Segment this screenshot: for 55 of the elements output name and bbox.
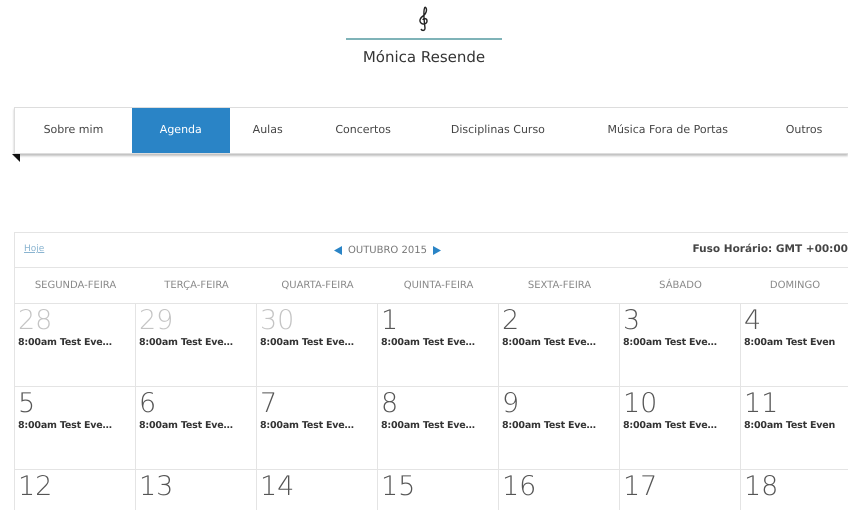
- day-number: 11: [744, 389, 778, 419]
- day-number: 18: [744, 472, 778, 502]
- day-number: 1: [381, 306, 398, 336]
- calendar-event[interactable]: 8:00am Test Eve…: [260, 336, 374, 350]
- site-title: Mónica Resende: [362, 47, 486, 68]
- day-number: 15: [381, 472, 416, 502]
- weekday-header: QUARTA-FEIRA: [257, 268, 378, 304]
- day-number: 29: [139, 306, 174, 336]
- previous-month-icon[interactable]: [334, 246, 342, 254]
- calendar-event[interactable]: 8:00am Test Eve…: [18, 336, 132, 350]
- day-number: 8: [381, 389, 398, 419]
- day-number: 3: [623, 306, 640, 336]
- calendar-event[interactable]: 8:00am Test Eve…: [260, 419, 374, 434]
- nav-tab[interactable]: Disciplinas Curso: [420, 108, 576, 153]
- nav-tab[interactable]: Outros: [760, 108, 848, 153]
- calendar-event[interactable]: 8:00am Test Even: [744, 419, 845, 434]
- weekday-header: DOMINGO: [741, 268, 848, 304]
- day-number: 16: [502, 472, 536, 502]
- day-number: 4: [744, 306, 762, 336]
- weekday-header: QUINTA-FEIRA: [378, 268, 499, 304]
- weekday-header: TERÇA-FEIRA: [136, 268, 257, 304]
- day-number: 14: [260, 472, 294, 502]
- nav-tab[interactable]: Música Fora de Portas: [575, 108, 760, 153]
- day-number: 6: [139, 389, 156, 419]
- day-number: 30: [260, 306, 294, 336]
- calendar-event[interactable]: 8:00am Test Eve…: [381, 419, 495, 434]
- calendar-event[interactable]: 8:00am Test Eve…: [623, 336, 737, 350]
- calendar-event[interactable]: 8:00am Test Eve…: [18, 419, 132, 434]
- timezone-label: Fuso Horário: GMT +00:00: [692, 242, 848, 258]
- nav-tab[interactable]: Concertos: [306, 108, 420, 153]
- day-number: 2: [502, 306, 520, 336]
- nav-tab[interactable]: Aulas: [230, 108, 306, 153]
- day-number: 9: [502, 389, 520, 419]
- weekday-header: SEXTA-FEIRA: [499, 268, 620, 304]
- nav-tab[interactable]: Sobre mim: [15, 108, 132, 153]
- day-number: 28: [18, 306, 52, 336]
- calendar-event[interactable]: 8:00am Test Even: [744, 336, 845, 350]
- calendar-event[interactable]: 8:00am Test Eve…: [623, 419, 737, 434]
- corner-fold-icon: [12, 154, 20, 162]
- next-month-icon[interactable]: [432, 246, 441, 254]
- day-number: 7: [260, 389, 278, 419]
- nav-tab[interactable]: Agenda: [132, 108, 230, 153]
- calendar-event[interactable]: 8:00am Test Eve…: [139, 419, 253, 434]
- day-number: 17: [623, 472, 658, 502]
- day-number: 10: [623, 389, 658, 419]
- weekday-header: SEGUNDA-FEIRA: [15, 268, 136, 304]
- weekday-header: SÁBADO: [620, 268, 741, 304]
- day-number: 12: [18, 472, 52, 502]
- calendar-event[interactable]: 8:00am Test Eve…: [502, 336, 616, 350]
- calendar-event[interactable]: 8:00am Test Eve…: [502, 419, 616, 434]
- calendar-event[interactable]: 8:00am Test Eve…: [381, 336, 495, 350]
- day-number: 13: [139, 472, 174, 502]
- calendar-event[interactable]: 8:00am Test Eve…: [139, 336, 253, 350]
- month-label: OUTUBRO 2015: [348, 244, 427, 258]
- day-number: 5: [18, 389, 36, 419]
